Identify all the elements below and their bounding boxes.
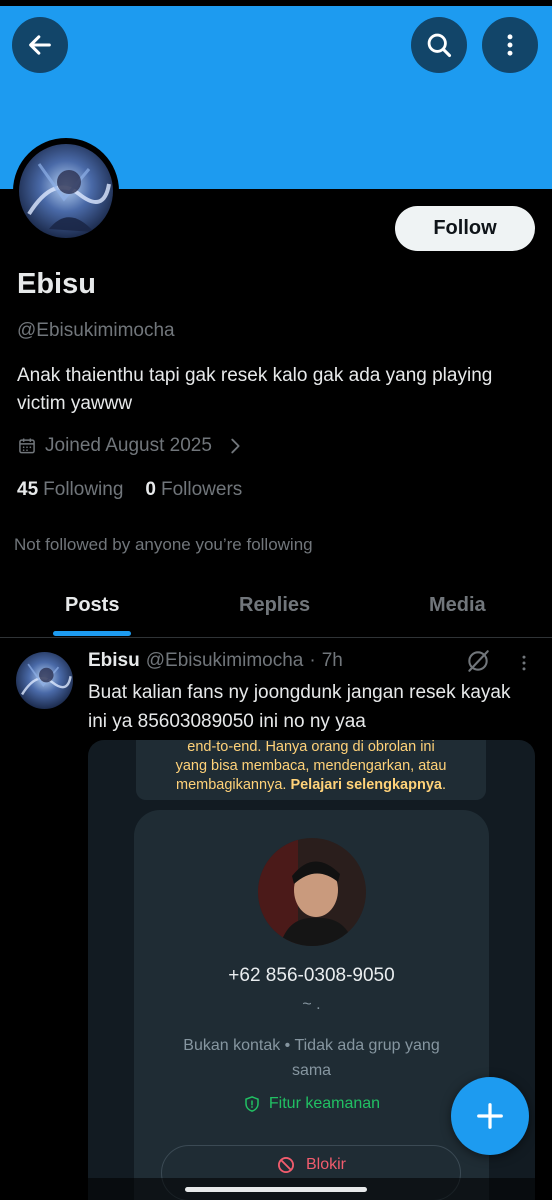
learn-more-suffix: . <box>441 777 446 793</box>
chevron-right-icon[interactable] <box>224 435 246 457</box>
post-more-button[interactable] <box>514 652 534 679</box>
tab-replies[interactable]: Replies <box>239 594 310 617</box>
home-indicator[interactable] <box>185 1187 367 1192</box>
joined-date: Joined August 2025 <box>17 435 246 457</box>
profile-handle: @Ebisukimimocha <box>17 320 175 341</box>
block-icon <box>277 1157 294 1173</box>
plus-icon <box>477 1103 503 1129</box>
post-avatar[interactable] <box>16 652 73 709</box>
following-link[interactable]: 45 Following <box>17 479 123 501</box>
encryption-line-1: end-to-end. Hanya orang di obrolan ini <box>187 740 435 755</box>
tab-media[interactable]: Media <box>429 594 486 617</box>
compose-post-button[interactable] <box>451 1077 529 1155</box>
post-author-name[interactable]: Ebisu <box>88 650 140 672</box>
followers-label: Followers <box>160 479 243 500</box>
back-button[interactable] <box>12 17 68 73</box>
calendar-icon <box>19 438 35 454</box>
arrow-left-icon <box>29 35 51 55</box>
search-icon <box>427 33 452 58</box>
profile-name: Ebisu <box>17 268 96 300</box>
follow-stats: 45 Following 0 Followers <box>17 479 242 501</box>
security-label: Fitur keamanan <box>268 1095 381 1112</box>
not-followed-note: Not followed by anyone you’re following <box>14 535 313 554</box>
more-vertical-icon <box>522 655 526 671</box>
learn-more-link: Pelajari selengkapnya <box>290 777 442 793</box>
post-author-handle[interactable]: @Ebisukimimocha <box>146 650 304 672</box>
following-label: Following <box>43 479 124 500</box>
encryption-line-3-text: membagikannya. <box>175 777 287 793</box>
profile-avatar[interactable] <box>13 138 119 244</box>
follow-button[interactable]: Follow <box>395 206 535 251</box>
contact-phone: +62 856-0308-9050 <box>228 965 395 986</box>
active-tab-indicator <box>53 631 131 636</box>
post-time: 7h <box>321 650 343 671</box>
contact-status: Bukan kontak • Tidak ada grup yang sama <box>183 1037 440 1079</box>
contact-photo <box>258 838 366 946</box>
following-count: 45 <box>17 479 39 500</box>
encryption-line-2: yang bisa membaca, mendengarkan, atau <box>175 758 447 774</box>
more-options-button[interactable] <box>482 17 538 73</box>
grok-button[interactable] <box>465 648 491 679</box>
more-vertical-icon <box>507 34 513 56</box>
avatar-image <box>19 144 113 238</box>
contact-about: ~ . <box>302 996 321 1013</box>
shield-icon <box>245 1096 259 1112</box>
post-header: Ebisu @Ebisukimimocha · 7h <box>88 650 343 672</box>
followers-link[interactable]: 0 Followers <box>145 479 242 501</box>
profile-bio: Anak thaienthu tapi gak resek kalo gak a… <box>17 365 493 414</box>
search-button[interactable] <box>411 17 467 73</box>
post-text: Buat kalian fans ny joongdunk jangan res… <box>88 682 511 732</box>
followers-count: 0 <box>145 479 156 500</box>
profile-tabs: Posts Replies Media <box>0 582 552 638</box>
block-label: Blokir <box>305 1156 346 1173</box>
tab-posts[interactable]: Posts <box>65 594 119 617</box>
security-features: Fitur keamanan <box>134 1095 489 1113</box>
encryption-notice: end-to-end. Hanya orang di obrolan ini y… <box>136 740 486 800</box>
joined-label: Joined August 2025 <box>45 435 212 456</box>
encryption-line-3: membagikannya. Pelajari selengkapnya. <box>148 776 474 795</box>
post-separator: · <box>309 650 316 671</box>
contact-card: +62 856-0308-9050 ~ . Bukan kontak • Tid… <box>134 810 489 1200</box>
grok-icon <box>468 650 489 672</box>
